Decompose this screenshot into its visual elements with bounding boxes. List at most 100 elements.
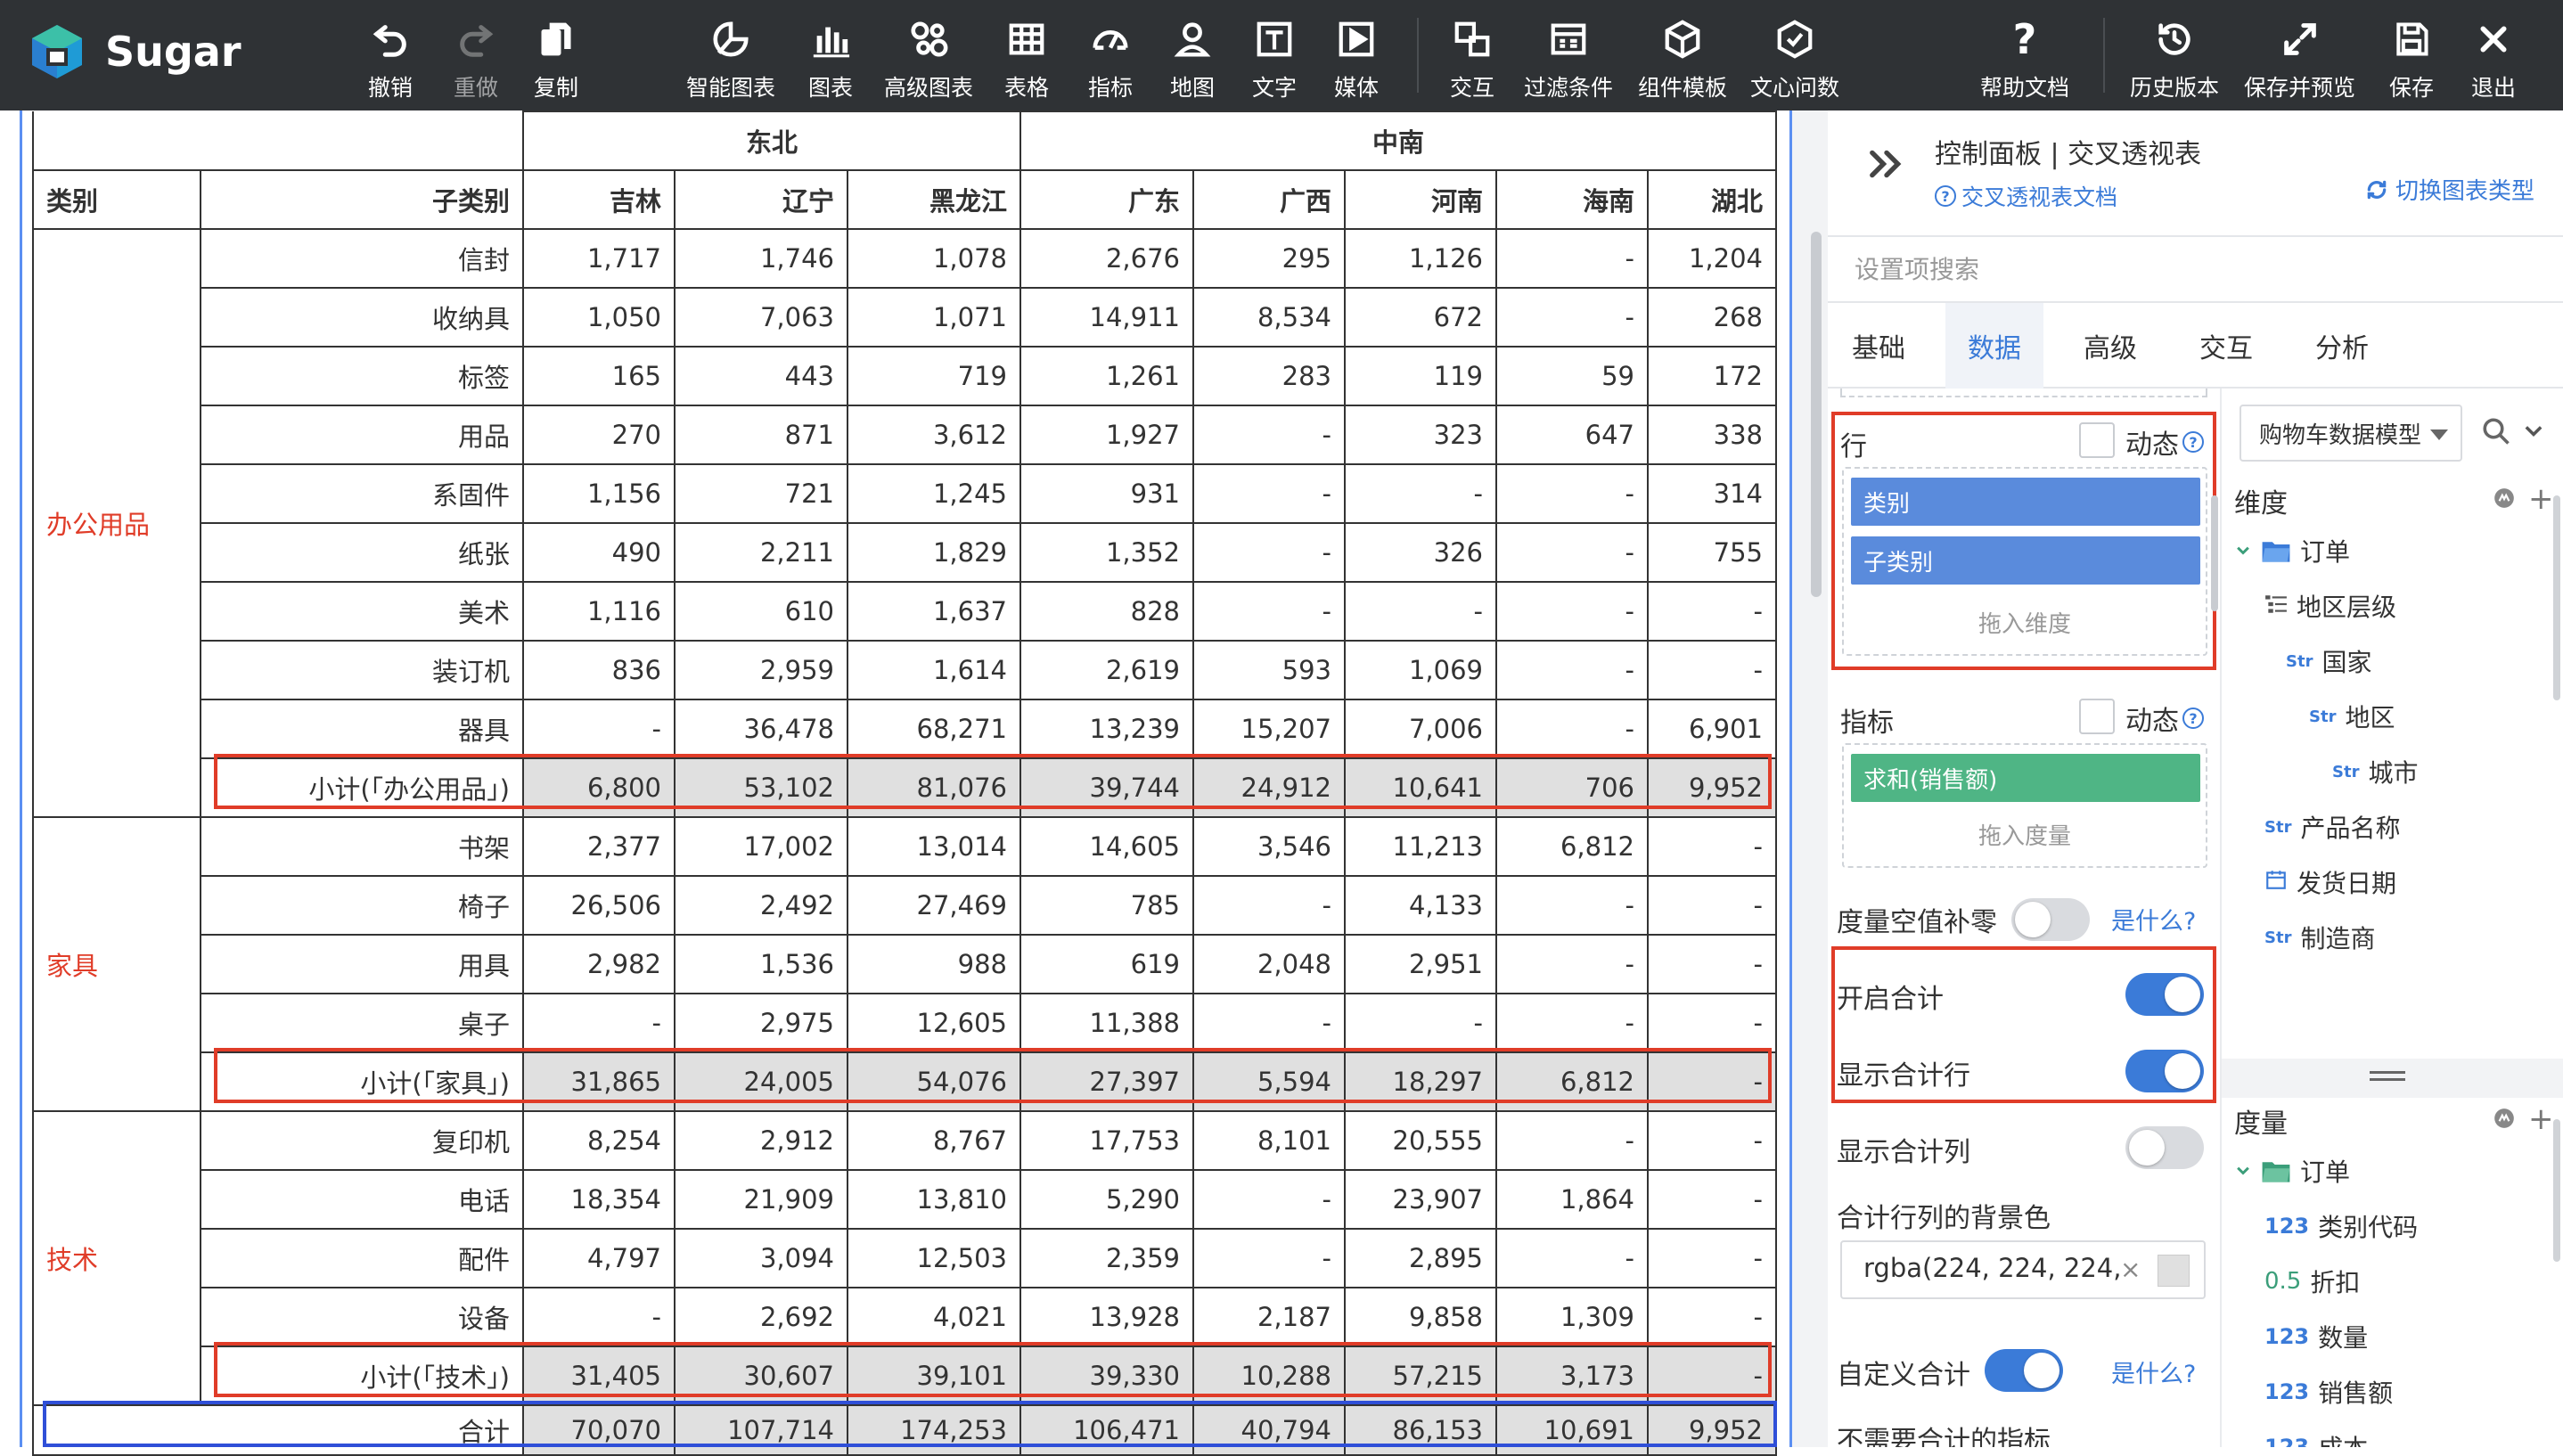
wenxin-button[interactable]: 文心问数 xyxy=(1750,16,1839,102)
add-dimension-icon[interactable]: + xyxy=(2528,481,2554,517)
subtotal-value[interactable]: 18,297 xyxy=(1344,1051,1497,1112)
map-button[interactable]: 地图 xyxy=(1169,16,1216,102)
subtotal-value[interactable]: 27,397 xyxy=(1019,1051,1194,1112)
subtotal-value[interactable]: 39,744 xyxy=(1019,757,1194,818)
value-cell[interactable]: - xyxy=(1495,1110,1649,1171)
value-cell[interactable]: - xyxy=(1344,463,1497,524)
subtotal-value[interactable]: 24,005 xyxy=(674,1051,848,1112)
value-cell[interactable]: 4,021 xyxy=(847,1287,1021,1347)
value-cell[interactable]: 20,555 xyxy=(1344,1110,1497,1171)
value-cell[interactable]: 15,207 xyxy=(1192,699,1346,759)
subtotal-value[interactable]: 81,076 xyxy=(847,757,1021,818)
tab-analysis[interactable]: 分析 xyxy=(2293,303,2391,389)
total-value[interactable]: 174,253 xyxy=(847,1404,1021,1456)
chevron-down-icon[interactable] xyxy=(2521,419,2546,447)
value-cell[interactable]: - xyxy=(1647,1110,1777,1171)
value-cell[interactable]: 3,612 xyxy=(847,405,1021,465)
value-cell[interactable]: 2,187 xyxy=(1192,1287,1346,1347)
value-cell[interactable]: - xyxy=(1192,1228,1346,1288)
clear-icon[interactable]: × xyxy=(2120,1255,2141,1284)
column-header[interactable]: 类别 xyxy=(32,169,201,230)
value-cell[interactable]: 1,614 xyxy=(847,640,1021,700)
value-cell[interactable]: - xyxy=(1495,463,1649,524)
value-cell[interactable]: 11,213 xyxy=(1344,816,1497,877)
value-cell[interactable]: 490 xyxy=(522,522,676,583)
value-cell[interactable]: 13,014 xyxy=(847,816,1021,877)
value-cell[interactable]: - xyxy=(522,1287,676,1347)
subcategory-cell[interactable]: 标签 xyxy=(200,346,524,406)
value-cell[interactable]: 988 xyxy=(847,934,1021,994)
value-cell[interactable]: 26,506 xyxy=(522,875,676,936)
settings-search-input[interactable] xyxy=(1828,237,2563,301)
value-cell[interactable]: - xyxy=(1647,581,1777,642)
dimension-field[interactable]: Str 国家 xyxy=(2286,643,2371,679)
value-cell[interactable]: - xyxy=(1344,993,1497,1053)
value-cell[interactable]: - xyxy=(1495,581,1649,642)
app-logo[interactable]: Sugar xyxy=(29,23,242,80)
value-cell[interactable]: 3,094 xyxy=(674,1228,848,1288)
value-cell[interactable]: 2,211 xyxy=(674,522,848,583)
value-cell[interactable]: 9,858 xyxy=(1344,1287,1497,1347)
value-cell[interactable]: 172 xyxy=(1647,346,1777,406)
subcategory-cell[interactable]: 器具 xyxy=(200,699,524,759)
total-bg-color-input[interactable]: rgba(224, 224, 224, × xyxy=(1840,1240,2206,1299)
tab-interaction[interactable]: 交互 xyxy=(2177,303,2275,389)
fill-zero-help-link[interactable]: 是什么? xyxy=(2111,902,2196,937)
value-cell[interactable]: 2,912 xyxy=(674,1110,848,1171)
value-cell[interactable]: 2,048 xyxy=(1192,934,1346,994)
value-cell[interactable]: - xyxy=(522,699,676,759)
subcategory-cell[interactable]: 用品 xyxy=(200,405,524,465)
column-header[interactable]: 辽宁 xyxy=(674,169,848,230)
media-button[interactable]: 媒体 xyxy=(1333,16,1380,102)
value-cell[interactable]: 1,071 xyxy=(847,287,1021,348)
column-header[interactable]: 广西 xyxy=(1192,169,1346,230)
value-cell[interactable]: - xyxy=(1495,993,1649,1053)
value-cell[interactable]: 3,546 xyxy=(1192,816,1346,877)
dimension-field[interactable]: 地区层级 xyxy=(2264,588,2396,624)
value-cell[interactable]: - xyxy=(1647,816,1777,877)
tab-data[interactable]: 数据 xyxy=(1945,303,2043,389)
value-cell[interactable]: 1,204 xyxy=(1647,228,1777,289)
subtotal-value[interactable]: 39,330 xyxy=(1019,1346,1194,1406)
value-cell[interactable]: 1,927 xyxy=(1019,405,1194,465)
value-cell[interactable]: 1,864 xyxy=(1495,1169,1649,1230)
metric-button[interactable]: 指标 xyxy=(1087,16,1134,102)
model-settings-icon[interactable] xyxy=(2493,1107,2516,1133)
subcategory-cell[interactable]: 用具 xyxy=(200,934,524,994)
value-cell[interactable]: - xyxy=(1647,1228,1777,1288)
subtotal-value[interactable]: 57,215 xyxy=(1344,1346,1497,1406)
save-button[interactable]: 保存 xyxy=(2388,16,2435,102)
value-cell[interactable]: 12,503 xyxy=(847,1228,1021,1288)
fill-zero-toggle[interactable] xyxy=(2011,898,2090,941)
value-cell[interactable]: 871 xyxy=(674,405,848,465)
value-cell[interactable]: 326 xyxy=(1344,522,1497,583)
subcategory-cell[interactable]: 设备 xyxy=(200,1287,524,1347)
value-cell[interactable]: - xyxy=(1495,287,1649,348)
subtotal-label[interactable]: 小计(「技术」) xyxy=(200,1346,524,1406)
row-field-category[interactable]: 类别 xyxy=(1851,478,2200,526)
value-cell[interactable]: 1,261 xyxy=(1019,346,1194,406)
measure-field[interactable]: 123成本 xyxy=(2264,1429,2368,1447)
component-template-button[interactable]: 组件模板 xyxy=(1638,16,1727,102)
value-cell[interactable]: 4,133 xyxy=(1344,875,1497,936)
custom-total-help-link[interactable]: 是什么? xyxy=(2111,1354,2196,1389)
value-cell[interactable]: 828 xyxy=(1019,581,1194,642)
value-cell[interactable]: - xyxy=(1647,1169,1777,1230)
total-value[interactable]: 106,471 xyxy=(1019,1404,1194,1456)
value-cell[interactable]: 2,982 xyxy=(522,934,676,994)
value-cell[interactable]: 27,469 xyxy=(847,875,1021,936)
rows-dynamic-checkbox[interactable] xyxy=(2079,422,2115,458)
measure-field[interactable]: 123 销售额 xyxy=(2264,1374,2393,1410)
dimension-field[interactable]: Str 城市 xyxy=(2332,754,2418,789)
measures-scrollbar[interactable] xyxy=(2553,1119,2560,1262)
undo-button[interactable]: 撤销 xyxy=(367,16,414,102)
pivot-table[interactable]: 东北 中南 类别 子类别 吉林 辽宁 黑龙江 广东 广西 河南 海南 湖北 办公用品 信封 1,717 1,7… xyxy=(32,110,1777,1456)
value-cell[interactable]: 17,002 xyxy=(674,816,848,877)
column-header[interactable]: 海南 xyxy=(1495,169,1649,230)
value-cell[interactable]: 14,605 xyxy=(1019,816,1194,877)
value-cell[interactable]: 1,126 xyxy=(1344,228,1497,289)
value-cell[interactable]: 2,975 xyxy=(674,993,848,1053)
copy-button[interactable]: 复制 xyxy=(533,16,579,102)
subtotal-value[interactable]: 31,405 xyxy=(522,1346,676,1406)
value-cell[interactable]: 13,239 xyxy=(1019,699,1194,759)
